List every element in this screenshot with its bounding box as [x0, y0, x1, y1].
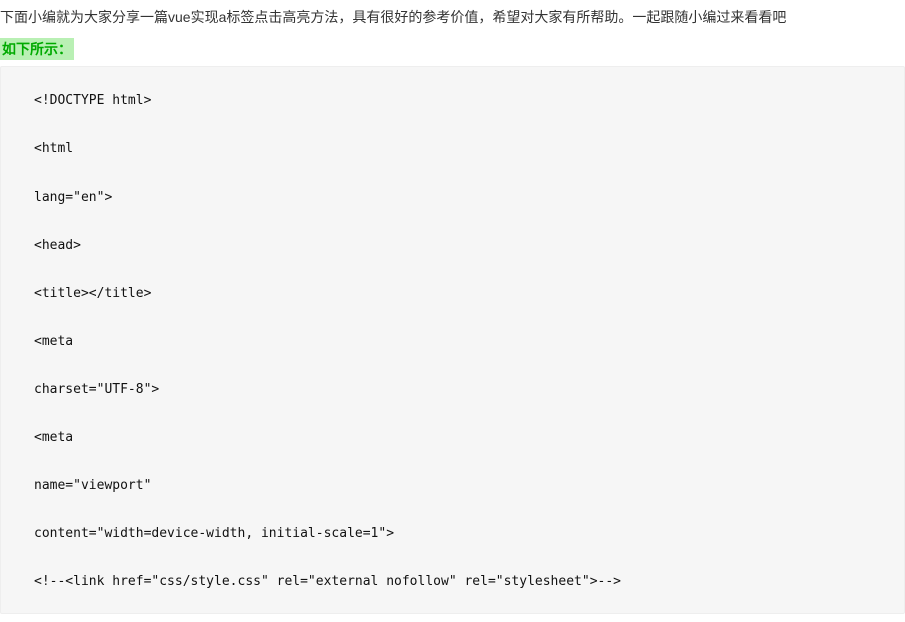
- intro-paragraph: 下面小编就为大家分享一篇vue实现a标签点击高亮方法，具有很好的参考价值，希望对…: [0, 0, 905, 38]
- code-block: <!DOCTYPE html> <html lang="en"> <head> …: [0, 66, 905, 614]
- section-label: 如下所示：: [0, 38, 74, 60]
